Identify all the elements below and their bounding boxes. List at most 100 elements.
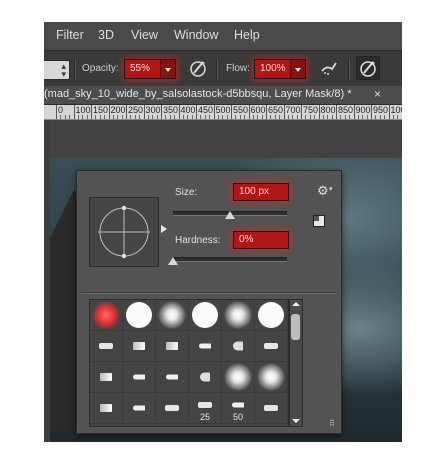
divider: [216, 59, 218, 81]
document-tab[interactable]: (mad_sky_10_wide_by_salsolastock-d5bbsqu…: [44, 86, 402, 105]
ruler-minor-tick: [340, 115, 342, 119]
ruler-tick: [91, 105, 92, 119]
pressure-opacity-icon[interactable]: [187, 57, 209, 79]
brush-tip-icon: [165, 405, 179, 411]
brush-preset[interactable]: [123, 362, 156, 393]
menu-filter[interactable]: Filter: [56, 28, 84, 42]
brush-preset[interactable]: [123, 300, 156, 331]
gear-icon[interactable]: ⚙: [317, 183, 329, 199]
ruler-minor-tick: [82, 115, 84, 119]
ruler-label: 950: [373, 105, 389, 115]
ruler-minor-tick: [366, 115, 368, 119]
ruler-minor-tick: [77, 115, 79, 119]
airbrush-icon[interactable]: [318, 57, 340, 79]
opacity-field[interactable]: 55%: [124, 59, 176, 79]
ruler-minor-tick: [274, 115, 276, 119]
brush-preset[interactable]: [156, 393, 189, 424]
brush-preset[interactable]: [90, 393, 123, 424]
opacity-label: Opacity:: [82, 63, 119, 74]
angle-arrow-icon[interactable]: [161, 225, 167, 233]
preset-scrollbar[interactable]: [289, 299, 303, 427]
brush-preset[interactable]: [189, 331, 222, 362]
brush-preset[interactable]: [255, 393, 288, 424]
brush-tip-icon: [264, 343, 278, 349]
ruler-label: 700: [285, 105, 301, 115]
menu-3d[interactable]: 3D: [98, 28, 114, 42]
size-value: 100 px: [239, 186, 270, 197]
scroll-thumb[interactable]: [291, 314, 300, 340]
brush-angle-preview[interactable]: [89, 197, 159, 267]
size-field[interactable]: 100 px: [233, 183, 289, 201]
close-icon[interactable]: ×: [374, 87, 381, 101]
chevron-down-icon[interactable]: ▾: [329, 185, 333, 193]
ruler-minor-tick: [327, 115, 329, 119]
brush-tip-icon: [133, 374, 145, 380]
ruler-minor-tick: [64, 115, 66, 119]
ruler-tick: [161, 105, 162, 119]
scroll-down-icon[interactable]: [292, 419, 300, 423]
brush-tip-icon: [200, 372, 210, 382]
ruler-minor-tick: [379, 115, 381, 119]
ruler-minor-tick: [117, 115, 119, 119]
brush-preset[interactable]: [222, 331, 255, 362]
ruler-tick: [301, 105, 302, 119]
brush-preset[interactable]: [156, 331, 189, 362]
brush-preset[interactable]: [189, 300, 222, 331]
ruler-minor-tick: [357, 115, 359, 119]
menu-help[interactable]: Help: [234, 28, 260, 42]
ruler-minor-tick: [375, 115, 377, 119]
flow-field[interactable]: 100%: [254, 59, 306, 79]
brush-tip-icon: [133, 342, 145, 350]
brush-tip-icon: [100, 404, 112, 412]
brush-preset[interactable]: [123, 331, 156, 362]
new-preset-icon[interactable]: [313, 215, 325, 227]
brush-preset-picker[interactable]: ▴ ▾: [44, 60, 70, 80]
ruler-minor-tick: [86, 115, 88, 119]
ruler-tick: [143, 105, 145, 119]
scroll-up-icon[interactable]: [292, 302, 300, 306]
ruler-minor-tick: [239, 115, 241, 119]
brush-preset[interactable]: [156, 362, 189, 393]
ruler-minor-tick: [95, 115, 97, 119]
brush-preset[interactable]: [255, 331, 288, 362]
brush-preset[interactable]: [123, 393, 156, 424]
brush-tip-icon: [100, 373, 112, 381]
size-slider-thumb[interactable]: [225, 211, 235, 219]
resize-grip-icon[interactable]: ⠿: [329, 420, 335, 428]
ruler-minor-tick: [217, 115, 219, 119]
ruler-tick: [196, 105, 197, 119]
brush-tip-icon: [92, 301, 120, 329]
hardness-slider-thumb[interactable]: [168, 257, 178, 265]
brush-preset[interactable]: 50: [222, 393, 255, 424]
ruler-label: 0: [58, 105, 64, 115]
flow-dropdown-arrow-icon[interactable]: [290, 60, 305, 78]
ruler-minor-tick: [261, 115, 263, 119]
panel-divider: [81, 292, 337, 294]
brush-preset[interactable]: 25: [189, 393, 222, 424]
hardness-slider-track[interactable]: [173, 257, 287, 262]
brush-preset[interactable]: [156, 300, 189, 331]
hardness-field[interactable]: 0%: [233, 231, 289, 249]
ruler-label: 350: [163, 105, 179, 115]
brush-preset[interactable]: [222, 362, 255, 393]
brush-preset-selected[interactable]: [90, 300, 123, 331]
ruler-minor-tick: [169, 115, 171, 119]
ruler-minor-tick: [331, 115, 333, 119]
ruler-minor-tick: [130, 115, 132, 119]
opacity-dropdown-arrow-icon[interactable]: [160, 60, 175, 78]
brush-preset[interactable]: [222, 300, 255, 331]
brush-tip-icon: [199, 343, 211, 349]
size-label: Size:: [175, 187, 198, 198]
ruler-minor-tick: [191, 115, 193, 119]
ruler-minor-tick: [384, 115, 386, 119]
brush-preset[interactable]: [90, 362, 123, 393]
menu-view[interactable]: View: [131, 28, 158, 42]
brush-preset[interactable]: [255, 300, 288, 331]
pressure-size-icon[interactable]: [356, 56, 380, 80]
brush-preset[interactable]: [90, 331, 123, 362]
flow-label: Flow:: [226, 63, 250, 74]
ruler-label: 100: [390, 105, 403, 115]
brush-preset[interactable]: [189, 362, 222, 393]
brush-preset[interactable]: [255, 362, 288, 393]
menu-window[interactable]: Window: [174, 28, 218, 42]
